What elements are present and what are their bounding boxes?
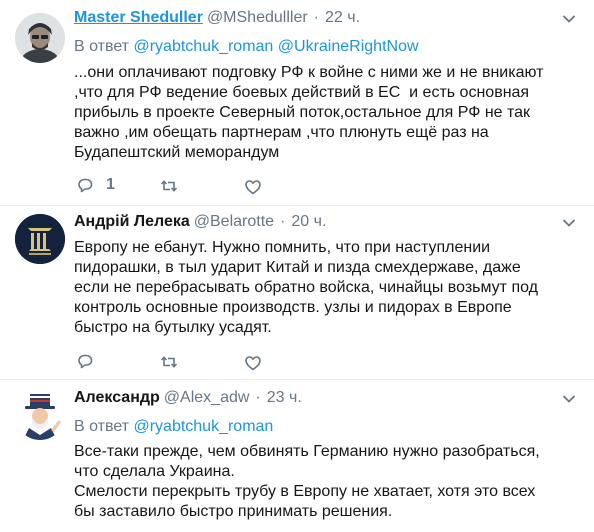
tweet-text-line: важно ,им обещать партнерам ,что плюнуть… [74, 124, 489, 141]
chevron-down-icon[interactable] [562, 392, 576, 406]
reply-prefix: В ответ [74, 418, 130, 435]
mention-link[interactable]: @ryabtchuk_roman [133, 418, 273, 435]
tweet-text: ...они оплачивают подговку РФ к войне с … [74, 63, 574, 163]
tweet-text-line: ...они оплачивают подговку РФ к войне с … [74, 64, 544, 81]
author-name[interactable]: Master Sheduller [74, 9, 203, 27]
reply-icon [78, 354, 93, 369]
author-handle[interactable]: @Belarotte [194, 213, 274, 231]
tweet-text-line: пидорашки, в тыл ударит Китай и пизда см… [74, 259, 521, 276]
reply-icon [78, 178, 93, 193]
reply-prefix: В ответ [74, 38, 130, 55]
tweet-text-line: ,что для РФ ведение боевых действий в ЕС… [74, 84, 530, 101]
retweet-icon [160, 180, 178, 192]
author-handle[interactable]: @MShedulller [207, 9, 308, 27]
tweet-text-line: бы заставило быстро принимать решения. [74, 503, 393, 520]
separator-dot: · [255, 389, 261, 406]
reply-context: В ответ @ryabtchuk_roman [74, 418, 273, 436]
mention-link[interactable]: @ryabtchuk_roman [133, 38, 273, 55]
avatar[interactable] [15, 214, 65, 264]
tweet[interactable]: Андрій Лелека @Belarotte · 20 ч. Европу … [0, 206, 594, 380]
avatar[interactable] [15, 390, 65, 440]
chevron-down-icon[interactable] [562, 216, 576, 230]
tweet-text-line: Будапештский меморандум [74, 144, 280, 161]
like-button[interactable] [244, 177, 262, 197]
reply-button[interactable] [76, 351, 94, 371]
reply-button[interactable]: 1 [76, 175, 115, 195]
like-button[interactable] [244, 353, 262, 373]
retweet-button[interactable] [160, 176, 178, 196]
tweet-text: Все-таки прежде, чем обвинять Германию н… [74, 442, 574, 522]
tweet[interactable]: Александр @Alex_adw · 23 ч. В ответ @rya… [0, 380, 594, 532]
tweet-text-line: Европу не ебанут. Нужно помнить, что при… [74, 239, 491, 256]
avatar[interactable] [15, 13, 65, 63]
heart-icon [245, 180, 261, 195]
retweet-button[interactable] [160, 352, 178, 372]
separator-dot: · [313, 9, 319, 26]
reply-count: 1 [106, 176, 115, 193]
heart-icon [245, 356, 261, 371]
separator-dot: · [280, 213, 286, 230]
mention-link[interactable]: @UkraineRightNow [278, 38, 419, 55]
tweet[interactable]: Master Sheduller @MShedulller · 22 ч. В … [0, 0, 594, 206]
author-name[interactable]: Александр [74, 389, 160, 407]
tweet-text-line: Все-таки прежде, чем обвинять Германию н… [74, 443, 540, 460]
author-handle[interactable]: @Alex_adw [164, 389, 250, 407]
timestamp[interactable]: 20 ч. [291, 213, 326, 231]
reply-context: В ответ @ryabtchuk_roman @UkraineRightNo… [74, 38, 419, 56]
tweet-text-line: быстро на бутылку усадят. [74, 319, 272, 336]
tweet-text-line: если не перебрасывать обратно войска, чи… [74, 279, 538, 296]
tweet-text-line: что сделала Украина. [74, 463, 235, 480]
tweet-text-line: прибыль в проекте Северный поток,остальн… [74, 104, 531, 121]
chevron-down-icon[interactable] [562, 12, 576, 26]
timestamp[interactable]: 22 ч. [325, 9, 360, 27]
timestamp[interactable]: 23 ч. [267, 389, 302, 407]
tweet-text-line: контроль основные производств. узлы и пи… [74, 299, 512, 316]
tweet-text-line: Смелости перекрыть трубу в Европу не хва… [74, 483, 536, 500]
author-name[interactable]: Андрій Лелека [74, 213, 190, 231]
tweet-text: Европу не ебанут. Нужно помнить, что при… [74, 238, 574, 338]
retweet-icon [160, 356, 178, 368]
